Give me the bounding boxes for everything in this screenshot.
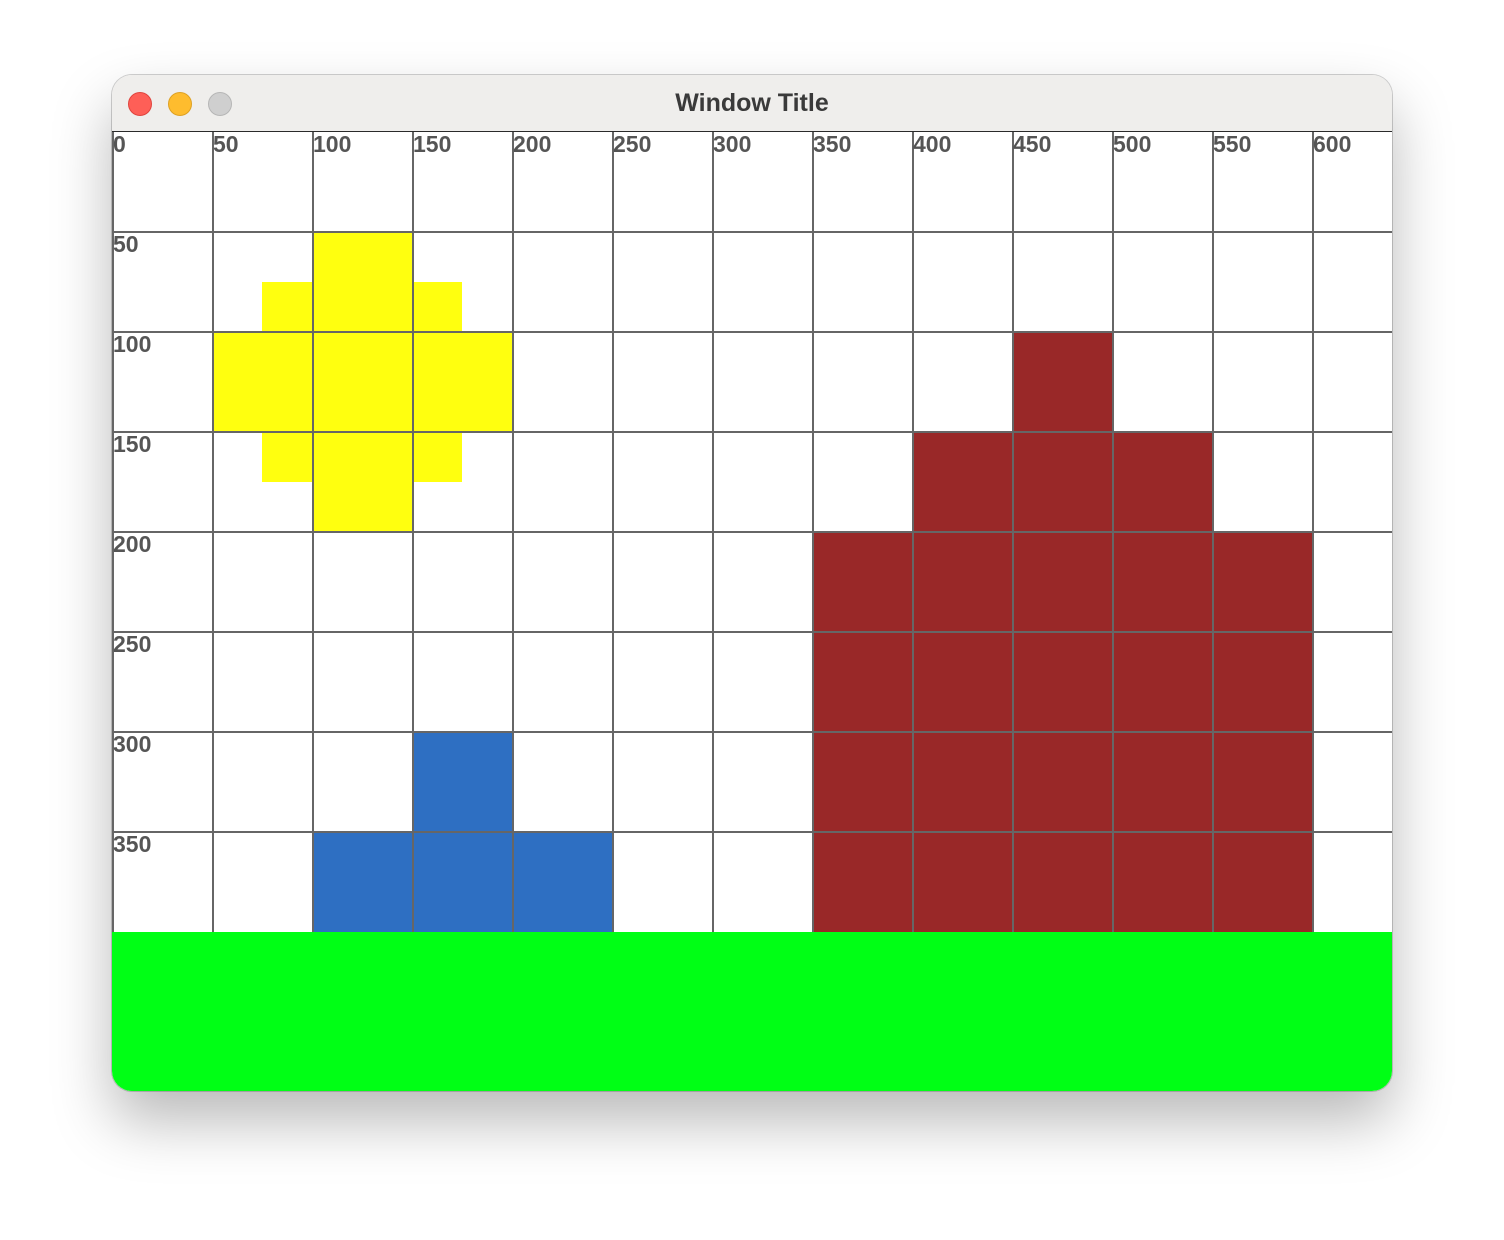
sun-block-cell: [312, 482, 412, 532]
drawing-canvas[interactable]: 0 50 100 150 200 250 300 350 400 450 500 550 600 50 10…: [112, 132, 1392, 1091]
y-tick-label: 50: [113, 231, 139, 257]
canvas-svg: 0 50 100 150 200 250 300 350 400 450 500 550 600 50 10…: [112, 132, 1392, 1091]
grass-band: [112, 932, 1392, 1091]
mountain-block-cell: [1012, 332, 1112, 432]
grass-band-cell: [112, 932, 1392, 1091]
x-tick-label: 600: [1313, 132, 1351, 157]
x-tick-label: 250: [613, 132, 651, 157]
x-tick-label: 300: [713, 132, 751, 157]
water-block-cell: [412, 732, 512, 832]
x-tick-label: 50: [213, 132, 239, 157]
y-tick-label: 100: [113, 331, 151, 357]
water-block-cell: [312, 832, 612, 932]
x-tick-label: 150: [413, 132, 451, 157]
y-tick-label: 350: [113, 831, 151, 857]
x-tick-label: 0: [113, 132, 126, 157]
sun-block: [212, 232, 512, 532]
sun-block-cell: [262, 432, 462, 482]
sun-block-cell: [212, 332, 512, 432]
y-tick-label: 300: [113, 731, 151, 757]
sun-block-cell: [262, 282, 462, 332]
mountain-block-cell: [912, 432, 1212, 532]
x-tick-label: 550: [1213, 132, 1251, 157]
title-bar[interactable]: Window Title: [112, 75, 1392, 132]
y-tick-label: 200: [113, 531, 151, 557]
x-tick-label: 500: [1113, 132, 1151, 157]
x-tick-label: 350: [813, 132, 851, 157]
x-tick-label: 450: [1013, 132, 1051, 157]
y-tick-label: 150: [113, 431, 151, 457]
app-window: Window Title 0 50 100 150 200 250 300 350 400 450…: [112, 75, 1392, 1091]
x-tick-label: 200: [513, 132, 551, 157]
window-title: Window Title: [675, 89, 829, 117]
x-tick-label: 100: [313, 132, 351, 157]
y-tick-label: 250: [113, 631, 151, 657]
x-tick-label: 400: [913, 132, 951, 157]
